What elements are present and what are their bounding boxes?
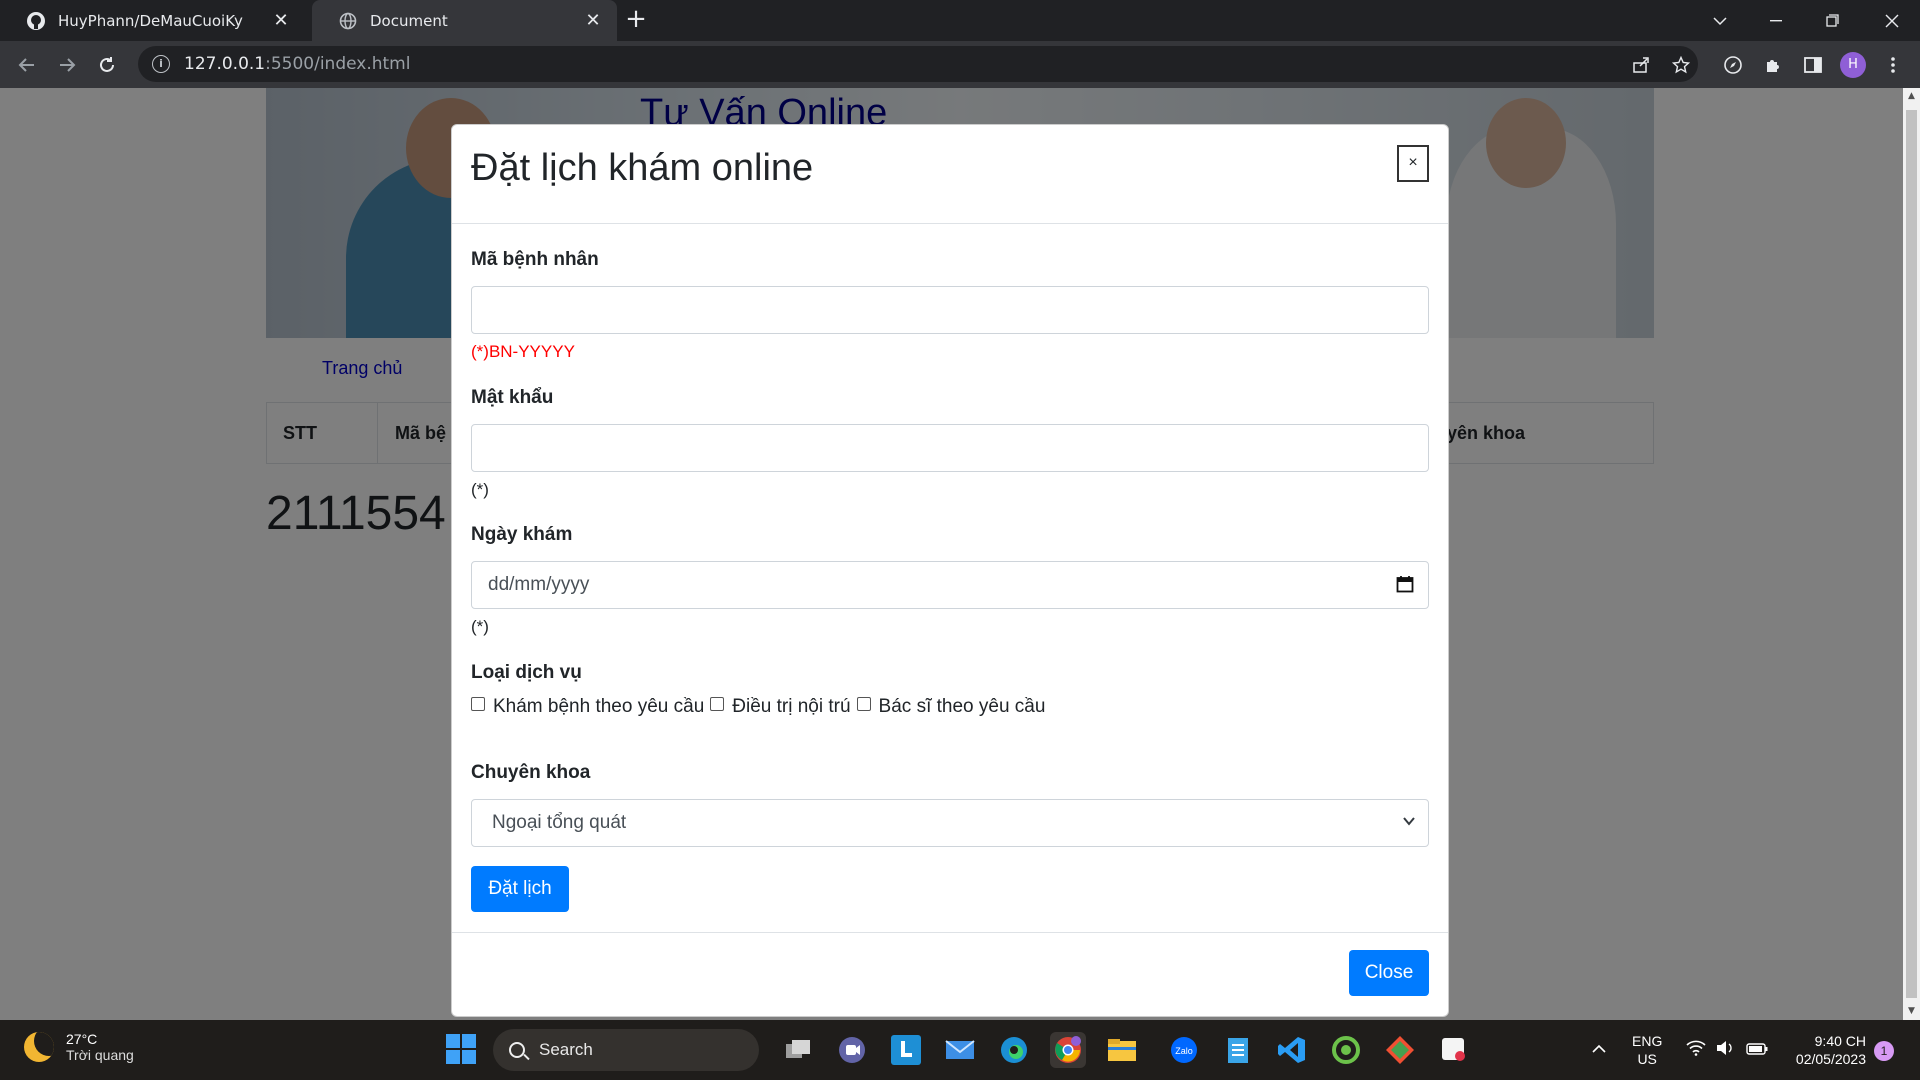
modal-close-x-button[interactable]: × bbox=[1397, 145, 1429, 182]
browser-tab-github[interactable]: HuyPhann/DeMauCuoiKy ✕ bbox=[0, 0, 305, 41]
password-input[interactable] bbox=[471, 424, 1429, 472]
edge-browser-icon[interactable] bbox=[996, 1032, 1032, 1068]
service-option-inpatient[interactable]: Điều trị nội trú bbox=[710, 696, 851, 718]
reload-icon[interactable] bbox=[94, 52, 120, 78]
chevron-down-icon bbox=[1403, 817, 1415, 826]
close-tab-icon[interactable]: ✕ bbox=[271, 10, 291, 31]
checkbox[interactable] bbox=[856, 697, 871, 711]
page-scrollbar[interactable]: ▲ ▼ bbox=[1903, 88, 1920, 1020]
weather-condition: Trời quang bbox=[66, 1047, 134, 1063]
minimize-button[interactable] bbox=[1748, 0, 1804, 41]
profile-avatar[interactable]: H bbox=[1840, 52, 1866, 78]
clock[interactable]: 9:40 CH 02/05/2023 bbox=[1786, 1032, 1866, 1068]
book-appointment-button[interactable]: Đặt lịch bbox=[471, 866, 569, 912]
service-label: Loại dịch vụ bbox=[471, 662, 582, 683]
git-diamond-icon[interactable] bbox=[1382, 1032, 1418, 1068]
browser-tab-document[interactable]: Document ✕ bbox=[312, 0, 617, 41]
date-hint: (*) bbox=[471, 617, 489, 636]
back-arrow-icon[interactable] bbox=[14, 52, 40, 78]
browser-menu-icon[interactable] bbox=[1880, 52, 1906, 78]
wifi-icon[interactable] bbox=[1686, 1040, 1706, 1060]
modal-footer: Close bbox=[452, 932, 1448, 1018]
zalo-icon[interactable]: Zalo bbox=[1166, 1032, 1202, 1068]
volume-icon[interactable] bbox=[1716, 1040, 1734, 1060]
new-tab-button[interactable]: + bbox=[624, 6, 648, 32]
tab-title: Document bbox=[370, 11, 448, 30]
patient-id-input[interactable] bbox=[471, 286, 1429, 334]
svg-text:Zalo: Zalo bbox=[1175, 1046, 1193, 1056]
booking-modal: Đặt lịch khám online × Mã bệnh nhân (*)B… bbox=[451, 124, 1449, 1017]
modal-header: Đặt lịch khám online × bbox=[452, 125, 1448, 224]
url-host: 127.0.0.1 bbox=[184, 54, 266, 74]
close-tab-icon[interactable]: ✕ bbox=[583, 10, 603, 31]
github-icon bbox=[26, 11, 46, 31]
close-modal-button[interactable]: Close bbox=[1349, 950, 1429, 996]
patient-id-label: Mã bệnh nhân bbox=[471, 249, 599, 270]
green-app-icon[interactable] bbox=[1328, 1032, 1364, 1068]
windows-start-icon[interactable] bbox=[446, 1034, 476, 1064]
restore-button[interactable] bbox=[1804, 0, 1860, 41]
date-label: Ngày khám bbox=[471, 524, 573, 545]
specialty-selected-value: Ngoại tổng quát bbox=[492, 812, 627, 833]
taskbar-search-label: Search bbox=[539, 1040, 593, 1059]
compass-extension-icon[interactable] bbox=[1720, 52, 1746, 78]
battery-icon[interactable] bbox=[1746, 1041, 1768, 1059]
app-l-icon[interactable] bbox=[888, 1032, 924, 1068]
clock-date: 02/05/2023 bbox=[1795, 1051, 1866, 1067]
date-placeholder: dd/mm/yyyy bbox=[488, 574, 590, 595]
password-label: Mật khẩu bbox=[471, 387, 554, 408]
taskbar-search[interactable]: Search bbox=[493, 1029, 759, 1071]
show-hidden-icons-chevron-icon[interactable] bbox=[1592, 1040, 1606, 1058]
service-option-doctor[interactable]: Bác sĩ theo yêu cầu bbox=[856, 696, 1045, 718]
file-explorer-icon[interactable] bbox=[1104, 1032, 1140, 1068]
browser-toolbar: i 127.0.0.1:5500/index.html H bbox=[0, 41, 1920, 88]
windows-taskbar: 27°C Trời quang Search Zalo ENG US 9:40 … bbox=[0, 1020, 1920, 1080]
browser-tab-bar: HuyPhann/DeMauCuoiKy ✕ Document ✕ + bbox=[0, 0, 1920, 41]
calendar-icon[interactable] bbox=[1396, 575, 1414, 593]
moon-icon bbox=[24, 1032, 54, 1062]
specialty-label: Chuyên khoa bbox=[471, 762, 591, 783]
close-window-button[interactable] bbox=[1864, 0, 1920, 41]
tab-title: HuyPhann/DeMauCuoiKy bbox=[58, 11, 243, 30]
service-checkboxes: Khám bệnh theo yêu cầu Điều trị nội trú … bbox=[471, 696, 1051, 718]
url-path: :5500/index.html bbox=[265, 54, 411, 74]
service-option-on-demand[interactable]: Khám bệnh theo yêu cầu bbox=[471, 696, 704, 718]
scroll-down-arrow-icon[interactable]: ▼ bbox=[1903, 1003, 1920, 1020]
checkbox[interactable] bbox=[471, 697, 485, 711]
weather-temperature: 27°C bbox=[66, 1031, 98, 1047]
snipping-tool-icon[interactable] bbox=[1436, 1032, 1472, 1068]
side-panel-icon[interactable] bbox=[1800, 52, 1826, 78]
modal-title: Đặt lịch khám online bbox=[471, 147, 814, 189]
page-viewport: Tư Vấn Online Trang chủ STT Mã bệ yên kh… bbox=[0, 88, 1903, 1020]
notification-badge[interactable]: 1 bbox=[1874, 1041, 1894, 1061]
weather-widget[interactable]: 27°C Trời quang bbox=[24, 1031, 134, 1063]
clock-time: 9:40 CH bbox=[1814, 1033, 1866, 1049]
site-info-icon[interactable]: i bbox=[152, 55, 170, 73]
address-bar[interactable]: i 127.0.0.1:5500/index.html bbox=[138, 46, 1698, 82]
checkbox[interactable] bbox=[710, 697, 725, 711]
vscode-icon[interactable] bbox=[1274, 1032, 1310, 1068]
share-icon[interactable] bbox=[1628, 52, 1654, 78]
password-hint: (*) bbox=[471, 480, 489, 499]
mail-icon[interactable] bbox=[942, 1032, 978, 1068]
scroll-up-arrow-icon[interactable]: ▲ bbox=[1903, 88, 1920, 105]
date-input[interactable]: dd/mm/yyyy bbox=[471, 561, 1429, 609]
forward-arrow-icon[interactable] bbox=[54, 52, 80, 78]
specialty-select[interactable]: Ngoại tổng quát bbox=[471, 799, 1429, 847]
scrollbar-thumb[interactable] bbox=[1906, 110, 1917, 998]
teams-chat-icon[interactable] bbox=[834, 1032, 870, 1068]
tab-search-icon[interactable] bbox=[1692, 0, 1748, 41]
notepad-icon[interactable] bbox=[1220, 1032, 1256, 1068]
language-indicator[interactable]: ENG US bbox=[1632, 1032, 1662, 1068]
globe-icon bbox=[338, 11, 358, 31]
bookmark-star-icon[interactable] bbox=[1668, 52, 1694, 78]
extensions-puzzle-icon[interactable] bbox=[1760, 52, 1786, 78]
search-icon bbox=[509, 1042, 525, 1058]
chrome-icon[interactable] bbox=[1050, 1032, 1086, 1068]
task-view-icon[interactable] bbox=[780, 1032, 816, 1068]
patient-id-hint: (*)BN-YYYYY bbox=[471, 342, 575, 361]
